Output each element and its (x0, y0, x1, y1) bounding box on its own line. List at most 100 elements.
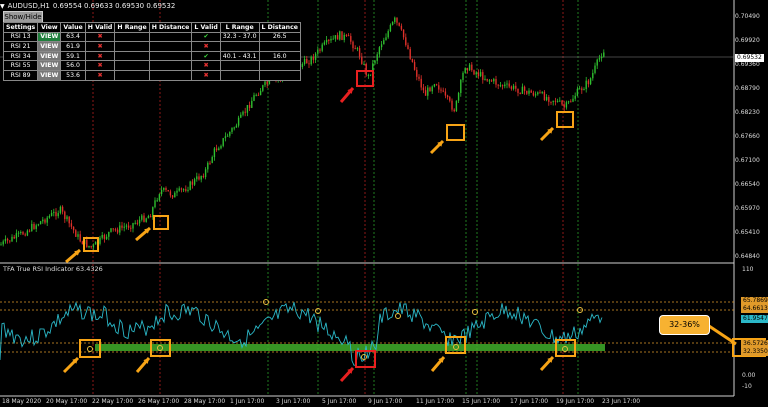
candle-body (343, 34, 345, 40)
candle-body (592, 72, 594, 79)
setting-cell: RSI 89 (2, 69, 39, 81)
candle-body (75, 230, 77, 237)
candle-body (488, 80, 491, 82)
candle-body (391, 21, 394, 25)
candle-body (255, 94, 257, 96)
candle-body (314, 53, 317, 60)
candle-body (387, 31, 389, 38)
candle-body (99, 237, 101, 244)
candle-body (574, 95, 576, 99)
candle-body (103, 235, 106, 239)
header-l-distance: L Distance (258, 22, 301, 33)
candle-body (182, 189, 185, 191)
candle-body (490, 80, 493, 82)
candle-body (565, 102, 568, 108)
candle-body (94, 241, 97, 245)
view-button[interactable]: VIEW (37, 31, 62, 43)
l-valid-cross-icon: ✖ (191, 60, 221, 71)
candle-body (176, 190, 178, 193)
header-view: View (37, 22, 62, 33)
candle-body (308, 63, 310, 65)
signal-circle (87, 346, 93, 352)
candle-body (350, 36, 352, 42)
candle-body (339, 31, 341, 40)
l-distance-cell (258, 69, 301, 81)
l-valid-cross-icon: ✖ (191, 41, 221, 52)
highlight-box (556, 111, 574, 128)
candle-body (220, 145, 222, 149)
price-axis-label: 0.65970 (735, 205, 760, 212)
l-distance-cell: 16.0 (258, 50, 301, 62)
candle-body (26, 230, 29, 236)
candle-body (37, 224, 40, 226)
header-h-valid: H Valid (84, 22, 116, 33)
view-button[interactable]: VIEW (37, 60, 62, 71)
candle-body (79, 234, 81, 242)
candle-body (156, 200, 158, 202)
candle-body (554, 100, 557, 102)
candle-body (589, 78, 592, 85)
candle-body (248, 105, 251, 108)
candle-body (222, 138, 224, 146)
candle-body (543, 91, 546, 101)
view-button[interactable]: VIEW (37, 41, 62, 52)
candle-body (451, 100, 453, 110)
table-row: RSI 21 VIEW 61.9 ✖ ✖ (2, 41, 301, 52)
candle-body (545, 97, 548, 101)
h-distance-cell (148, 69, 193, 81)
candle-body (229, 131, 231, 136)
candle-body (576, 88, 579, 96)
candle-body (105, 236, 108, 239)
candle-body (466, 68, 469, 71)
candle-body (460, 79, 462, 93)
candle-body (435, 84, 438, 86)
candle-body (55, 211, 57, 217)
candle-body (517, 88, 519, 93)
candle-body (587, 80, 590, 85)
candle-body (20, 231, 22, 233)
candle-body (169, 191, 172, 196)
candle-body (556, 100, 559, 102)
candle-body (130, 227, 132, 229)
l-range-cell (219, 60, 260, 71)
candle-body (53, 211, 55, 213)
price-axis-label: 0.68790 (735, 85, 760, 92)
h-valid-cross-icon: ✖ (84, 69, 116, 81)
candle-body (356, 48, 359, 50)
candle-body (171, 195, 174, 198)
candle-body (240, 114, 242, 118)
candle-body (519, 92, 521, 94)
highlight-box (153, 215, 169, 230)
candle-body (396, 17, 398, 23)
candle-body (44, 219, 46, 223)
candle-body (211, 157, 213, 163)
candle-body (160, 189, 163, 195)
table-row: RSI 89 VIEW 53.6 ✖ ✖ (2, 69, 301, 81)
candle-body (306, 59, 308, 64)
time-axis-label: 15 Jun 17:00 (462, 398, 501, 405)
candle-body (495, 79, 497, 85)
candle-body (475, 72, 477, 75)
view-button[interactable]: VIEW (37, 50, 62, 62)
candle-body (207, 162, 209, 170)
candle-body (530, 90, 532, 93)
candle-body (358, 48, 361, 57)
level-tag: 64.6613 (741, 305, 768, 313)
h-range-cell (114, 60, 150, 71)
candle-body (174, 192, 176, 198)
candle-body (537, 92, 539, 95)
candle-body (90, 245, 92, 248)
candle-body (132, 223, 134, 229)
candle-body (526, 90, 528, 94)
time-axis-label: 18 May 2020 (2, 398, 42, 405)
candle-body (550, 101, 552, 103)
header-value: Value (60, 22, 86, 33)
candle-body (532, 92, 535, 96)
candle-body (486, 78, 488, 81)
table-row: RSI 13 VIEW 63.4 ✖ ✔ 32.3 - 37.0 26.5 (2, 31, 301, 43)
view-button[interactable]: VIEW (37, 69, 62, 81)
candle-body (154, 200, 156, 208)
candle-body (523, 86, 526, 91)
candle-body (48, 215, 51, 218)
candle-body (497, 84, 499, 86)
